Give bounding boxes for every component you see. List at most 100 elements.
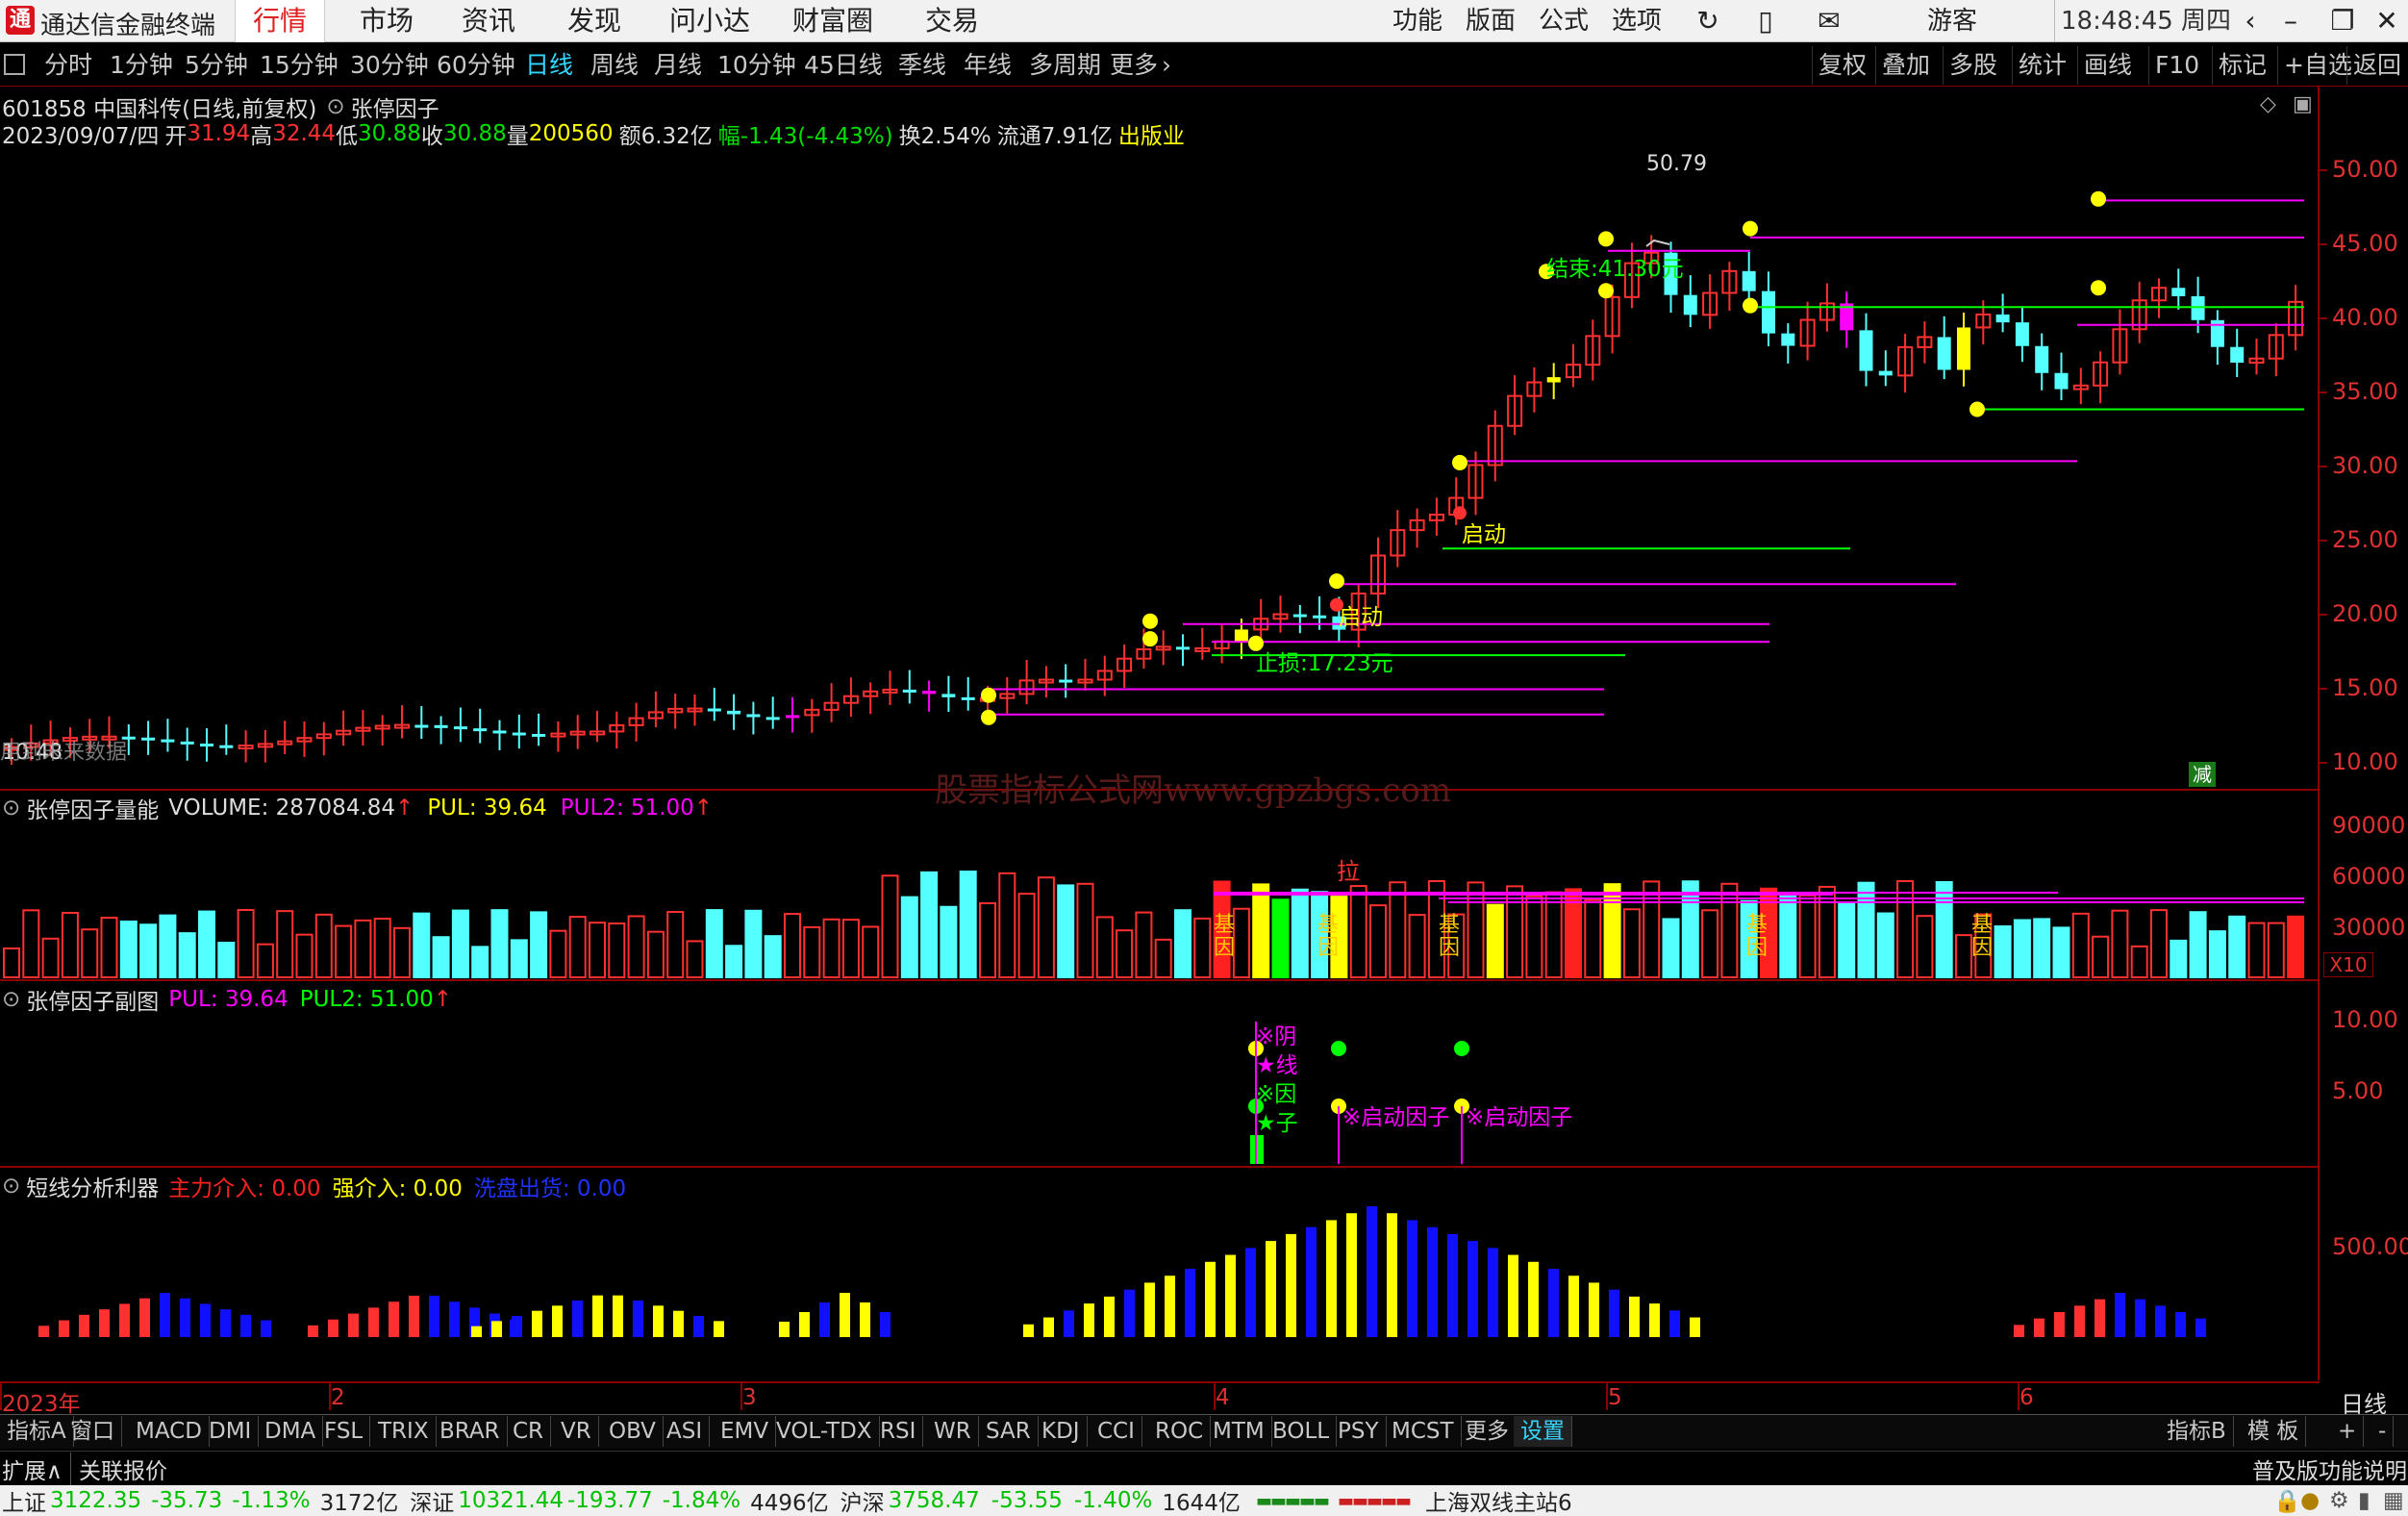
menu-layout[interactable]: 版面 [1466, 0, 1516, 42]
period-13[interactable]: 多周期 [1023, 46, 1107, 85]
refresh-icon[interactable]: ↻ [1689, 0, 1727, 42]
indicator-tab-vol-tdx[interactable]: VOL-TDX [769, 1416, 880, 1447]
period-0[interactable]: 分时 [38, 46, 98, 85]
menu-formula[interactable]: 公式 [1539, 0, 1589, 42]
volume-bar [841, 919, 860, 979]
period-14[interactable]: 更多 [1104, 46, 1164, 85]
grid-icon[interactable]: ▦ [2383, 1488, 2404, 1513]
lock-icon[interactable]: 🔒 [2273, 1488, 2301, 1514]
period-8[interactable]: 月线 [648, 46, 708, 85]
indicator-tab-roc[interactable]: ROC [1148, 1416, 1212, 1447]
indicator-right-0[interactable]: 指标B [2160, 1416, 2234, 1447]
period-6[interactable]: 日线 [519, 46, 579, 85]
period-4[interactable]: 30分钟 [344, 46, 435, 85]
indicator-tab-trix[interactable]: TRIX [371, 1416, 437, 1447]
chevron-right-icon[interactable]: › [1156, 46, 1177, 85]
short-bar [1286, 1233, 1296, 1337]
short-bar [1589, 1282, 1599, 1337]
volume-bar [784, 913, 801, 978]
help-link[interactable]: 普及版功能说明 [2252, 1453, 2407, 1485]
indicator-tab-dma[interactable]: DMA [258, 1416, 324, 1447]
indicator-tab-vr[interactable]: VR [554, 1416, 599, 1447]
period-9[interactable]: 10分钟 [712, 46, 802, 85]
candle-body [1546, 377, 1561, 383]
indicator-tab-mtm[interactable]: MTM [1206, 1416, 1272, 1447]
pane-menu-icon[interactable]: ⊙ [2, 987, 20, 1012]
minimize-icon[interactable]: – [2271, 0, 2310, 42]
indicator-right-2[interactable]: + [2331, 1416, 2365, 1447]
indicator-tab-boll[interactable]: BOLL [1266, 1416, 1338, 1447]
volume-bar [2071, 912, 2090, 978]
indicator-tab-brar[interactable]: BRAR [433, 1416, 508, 1447]
menu-tab-1[interactable]: 市场 [342, 0, 431, 42]
period-10[interactable]: 45日线 [798, 46, 889, 85]
toolbar-button-2[interactable]: 多股 [1943, 46, 2003, 85]
menu-tab-2[interactable]: 资讯 [444, 0, 533, 42]
indicator-tab-设置[interactable]: 设置 [1514, 1416, 1572, 1447]
indicator-tab-kdj[interactable]: KDJ [1035, 1416, 1088, 1447]
indicator-tab-rsi[interactable]: RSI [873, 1416, 924, 1447]
user-label[interactable]: 游客 [1927, 0, 1977, 42]
indicator-tab-mcst[interactable]: MCST [1385, 1416, 1462, 1447]
indicator-tab-obv[interactable]: OBV [602, 1416, 664, 1447]
indicator-tab-wr[interactable]: WR [927, 1416, 979, 1447]
toolbar-button-0[interactable]: 复权 [1812, 46, 1872, 85]
indicator-tab-窗口[interactable]: 窗口 [63, 1416, 122, 1447]
indicator-tab-macd[interactable]: MACD [129, 1416, 210, 1447]
coin-icon[interactable]: ● [2300, 1488, 2320, 1513]
mail-icon[interactable]: ✉ [1810, 0, 1848, 42]
server-name[interactable]: 上海双线主站6 [1425, 1484, 1572, 1516]
back-icon[interactable]: ‹ [2231, 0, 2270, 42]
toolbar-button-6[interactable]: 标记 [2212, 46, 2272, 85]
related-quotes-button[interactable]: 关联报价 [79, 1453, 167, 1485]
settings-icon[interactable]: ⚙ [2329, 1488, 2349, 1513]
menu-tab-6[interactable]: 交易 [908, 0, 996, 42]
sz-index: 10321.44 [458, 1488, 564, 1513]
indicator-tab-sar[interactable]: SAR [979, 1416, 1039, 1447]
menu-tab-0[interactable]: 行情 [235, 0, 326, 42]
toolbar-button-1[interactable]: 叠加 [1875, 46, 1936, 85]
indicator-tab-dmi[interactable]: DMI [202, 1416, 260, 1447]
reduce-badge: 减 [2189, 762, 2216, 787]
toolbar-button-3[interactable]: 统计 [2012, 46, 2072, 85]
menu-tab-5[interactable]: 财富圈 [775, 0, 890, 42]
period-1[interactable]: 1分钟 [104, 46, 179, 85]
indicator-tab-fsl[interactable]: FSL [317, 1416, 371, 1447]
indicator-tab-cr[interactable]: CR [506, 1416, 552, 1447]
volume-bar [725, 945, 743, 979]
volume-bar [1544, 891, 1563, 979]
period-3[interactable]: 15分钟 [254, 46, 344, 85]
indicator-right-1[interactable]: 模 板 [2241, 1416, 2307, 1447]
menu-tab-3[interactable]: 发现 [550, 0, 639, 42]
close-icon[interactable]: ✕ [2368, 0, 2406, 42]
period-11[interactable]: 季线 [892, 46, 952, 85]
x-axis-label: 4 [1216, 1385, 1230, 1410]
menu-options[interactable]: 选项 [1612, 0, 1662, 42]
period-7[interactable]: 周线 [585, 46, 644, 85]
panel-toggle-icon[interactable] [4, 54, 25, 75]
indicator-tab-更多[interactable]: 更多 [1458, 1416, 1517, 1447]
period-5[interactable]: 60分钟 [431, 46, 521, 85]
pane-menu-icon[interactable]: ⊙ [2, 1174, 20, 1199]
short-bar [840, 1293, 850, 1337]
toolbar-button-4[interactable]: 画线 [2077, 46, 2138, 85]
short-bar [1185, 1269, 1195, 1337]
menu-function[interactable]: 功能 [1392, 0, 1442, 42]
period-2[interactable]: 5分钟 [179, 46, 254, 85]
price-axis-label: 15.00 [2332, 674, 2398, 701]
pane-menu-icon[interactable]: ⊙ [2, 796, 20, 821]
signal-icon[interactable]: ▮ [2358, 1488, 2370, 1513]
indicator-tab-psy[interactable]: PSY [1331, 1416, 1387, 1447]
toolbar-button-8[interactable]: 返回 [2346, 46, 2407, 85]
menu-tab-4[interactable]: 问小达 [652, 0, 767, 42]
indicator-tab-cci[interactable]: CCI [1091, 1416, 1142, 1447]
indicator-right-3[interactable]: - [2371, 1416, 2395, 1447]
restore-icon[interactable]: ❐ [2323, 0, 2362, 42]
period-12[interactable]: 年线 [958, 46, 1017, 85]
indicator-tab-asi[interactable]: ASI [660, 1416, 711, 1447]
app-title: 通达信金融终端 [40, 12, 216, 40]
toolbar-button-5[interactable]: F10 [2148, 46, 2205, 85]
indicator-tab-emv[interactable]: EMV [714, 1416, 777, 1447]
expand-button[interactable]: 扩展∧ [2, 1453, 71, 1485]
phone-icon[interactable]: ▯ [1746, 0, 1785, 42]
